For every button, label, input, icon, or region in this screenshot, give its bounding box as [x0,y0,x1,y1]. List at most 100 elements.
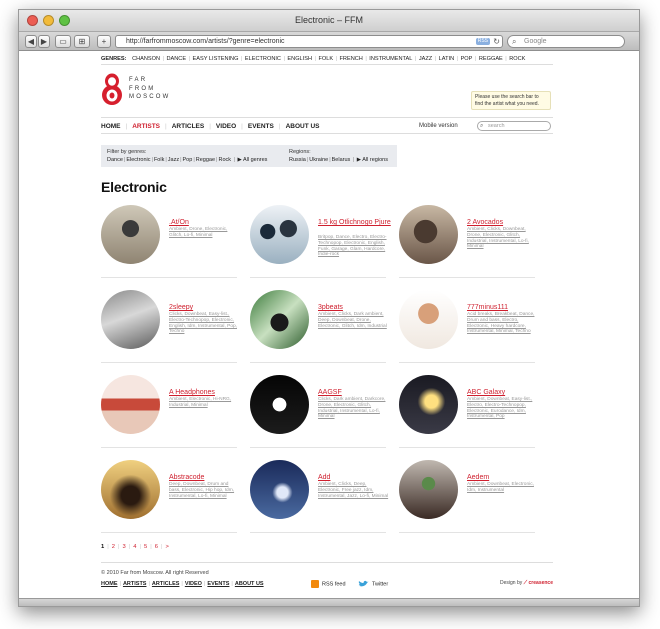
filter-region-belarus[interactable]: Belarus [332,157,351,163]
artist-tags[interactable]: Deep, Downbeat, Drum and bass, Electroni… [169,482,241,499]
page-link-5[interactable]: 5 [144,544,147,550]
bookmarks-button[interactable]: ▭ [55,35,71,48]
artist-photo[interactable] [250,205,309,264]
genre-link-latin[interactable]: LATIN [439,56,454,62]
artist-card: AAGSF Clicks, Dark ambient, Darkcore, Dro… [250,375,390,461]
nav-item-events[interactable]: EVENTS [248,123,274,130]
genre-link-folk[interactable]: FOLK [318,56,333,62]
nav-item-about-us[interactable]: ABOUT US [286,123,320,130]
artist-photo[interactable] [101,290,160,349]
filter-genre-electronic[interactable]: Electronic [126,157,150,163]
mobile-version-link[interactable]: Mobile version [419,123,458,129]
add-bookmark-button[interactable]: + [97,35,111,48]
matryoshka-logo-icon[interactable] [101,73,123,105]
filter-genre-all[interactable]: All genres [243,157,267,163]
artist-name-link[interactable]: A Headphones [169,389,243,397]
footer-nav-events[interactable]: EVENTS [207,581,229,587]
separator: | [165,156,167,163]
artist-photo[interactable] [101,460,160,519]
page-link-2[interactable]: 2 [112,544,115,550]
artist-name-link[interactable]: ABC Galaxy [467,389,541,397]
logo-text[interactable]: FAR FROM MOSCOW [129,76,171,102]
address-bar[interactable]: http://farfrommoscow.com/artists/?genre=… [115,35,503,48]
artist-photo[interactable] [399,375,458,434]
genre-link-english[interactable]: ENGLISH [287,56,312,62]
artist-name-link[interactable]: 2sleepy [169,304,243,312]
artist-card: Add Ambient, Clicks, Deep, Electronic, Fr… [250,460,390,546]
artist-tags[interactable]: Clicks, Downbeat, Easy-list., Electro-Te… [169,312,241,335]
artist-tags[interactable]: Ambient, Clicks, Downbeat, Drone, Electr… [467,227,539,250]
artist-photo[interactable] [399,205,458,264]
twitter-link[interactable]: Twitter [357,580,388,588]
footer-nav-home[interactable]: HOME [101,581,118,587]
artist-tags[interactable]: Ambient, Drone, Electronic, Glitch, Lo-f… [169,227,241,239]
rss-badge[interactable]: RSS [475,38,490,45]
back-button[interactable]: ◀ [25,35,37,48]
filter-genre-folk[interactable]: Folk [154,157,164,163]
rss-feed-link[interactable]: RSS feed [311,580,346,588]
nav-item-home[interactable]: HOME [101,123,121,130]
artist-photo[interactable] [250,460,309,519]
creasence-logo[interactable]: ⟋ creasence [524,580,553,586]
artist-photo[interactable] [250,375,309,434]
separator: | [232,156,237,163]
filter-region-ukraine[interactable]: Ukraine [309,157,328,163]
footer-nav-artists[interactable]: ARTISTS [123,581,147,587]
artist-photo[interactable] [101,205,160,264]
genre-link-easy-listening[interactable]: EASY LISTENING [193,56,239,62]
filter-region-russia[interactable]: Russia [289,157,306,163]
artist-tags[interactable]: Britpop, Dance, Electro, Electro-Technop… [318,235,390,258]
artist-name-link[interactable]: 777minus111 [467,304,541,312]
filter-region-all[interactable]: All regions [362,157,388,163]
genre-link-pop[interactable]: POP [461,56,473,62]
genre-link-jazz[interactable]: JAZZ [419,56,432,62]
artist-photo[interactable] [399,290,458,349]
genre-link-french[interactable]: FRENCH [340,56,363,62]
genre-link-dance[interactable]: DANCE [167,56,187,62]
artist-tags[interactable]: Ambient, Clicks, Deep, Electronic, Free … [318,482,390,499]
artist-photo[interactable] [101,375,160,434]
artist-photo[interactable] [250,290,309,349]
artist-tags[interactable]: Ambient, Downbeat, Electronic, Idm, Inst… [467,482,539,494]
footer-nav-about-us[interactable]: ABOUT US [235,581,264,587]
filter-genre-dance[interactable]: Dance [107,157,123,163]
nav-item-artists[interactable]: ARTISTS [132,123,160,130]
artist-name-link[interactable]: 2 Avocados [467,219,541,227]
artist-name-link[interactable]: Add [318,474,392,482]
artist-photo[interactable] [399,460,458,519]
footer-nav-video[interactable]: VIDEO [185,581,202,587]
filter-genre-jazz[interactable]: Jazz [168,157,179,163]
page-link-3[interactable]: 3 [123,544,126,550]
artist-name-link[interactable]: Aedem [467,474,541,482]
reload-icon[interactable]: ↻ [493,36,500,47]
artist-name-link[interactable]: Abstracode [169,474,243,482]
twitter-bird-icon [358,580,369,587]
top-sites-button[interactable]: ⊞ [74,35,90,48]
artist-tags[interactable]: Ambient, Electronic, Hi-NRG, Industrial,… [169,397,241,409]
artist-tags[interactable]: Ambient, Downbeat, Easy-list., Electro, … [467,397,539,420]
filter-genre-pop[interactable]: Pop [183,157,193,163]
artist-tags[interactable]: Clicks, Dark ambient, Darkcore, Drone, E… [318,397,390,420]
nav-item-video[interactable]: VIDEO [216,123,236,130]
filter-genre-reggae[interactable]: Reggae [196,157,215,163]
artist-name-link[interactable]: .At/On [169,219,243,227]
site-search-input[interactable]: ⌕ search [477,121,551,131]
forward-button[interactable]: ▶ [38,35,50,48]
nav-item-articles[interactable]: ARTICLES [172,123,205,130]
genre-link-instrumental[interactable]: INSTRUMENTAL [369,56,412,62]
browser-search-field[interactable]: ⌕ Google [507,35,625,48]
page-link-6[interactable]: 6 [155,544,158,550]
filter-genre-rock[interactable]: Rock [218,157,231,163]
artist-name-link[interactable]: 1.5 kg Otlichnogo Pjure [318,219,392,227]
footer-nav-articles[interactable]: ARTICLES [152,581,180,587]
genre-link-electronic[interactable]: ELECTRONIC [245,56,281,62]
artist-tags[interactable]: Acid breaks, Breakbeat, Dance, Drum and … [467,312,539,335]
artist-name-link[interactable]: AAGSF [318,389,392,397]
artist-tags[interactable]: Ambient, Clicks, Dark ambient, Deep, Dow… [318,312,390,329]
genre-link-rock[interactable]: ROCK [509,56,525,62]
genre-link-reggae[interactable]: REGGAE [479,56,503,62]
artist-name-link[interactable]: 3pbeats [318,304,392,312]
page-link-4[interactable]: 4 [133,544,136,550]
genre-link-chanson[interactable]: CHANSON [132,56,160,62]
page-next-link[interactable]: > [166,544,169,550]
